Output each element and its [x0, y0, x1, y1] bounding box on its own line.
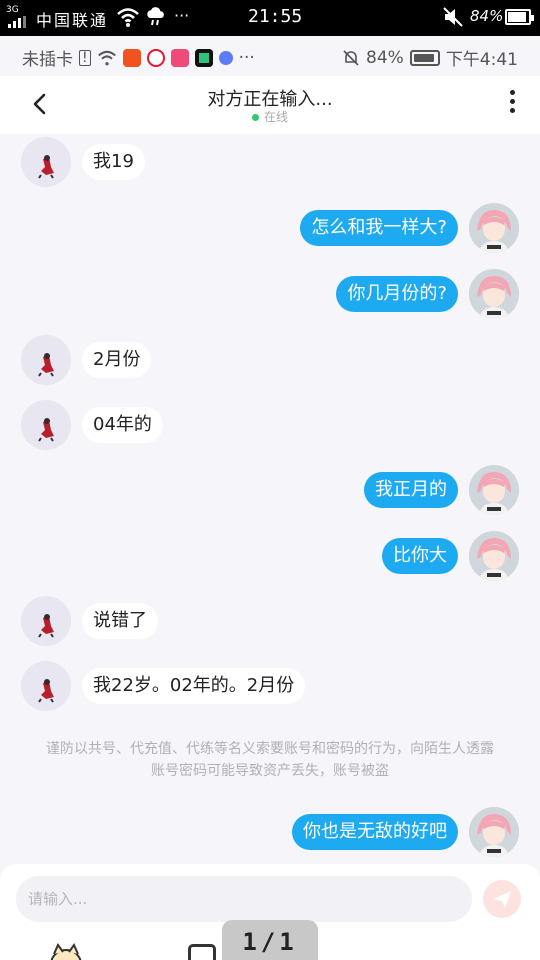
more-notifications-icon: ··· — [238, 47, 255, 68]
wifi-icon — [117, 8, 139, 27]
online-dot-icon — [251, 114, 259, 121]
clock: 下午4:41 — [445, 50, 518, 70]
mute-icon — [443, 7, 463, 27]
app-music-icon — [170, 48, 189, 67]
my-avatar[interactable] — [469, 531, 519, 581]
my-avatar[interactable] — [469, 807, 519, 857]
app-taobao-icon — [122, 48, 141, 67]
my-avatar[interactable] — [469, 465, 519, 515]
page-indicator: 1/1 — [222, 920, 318, 960]
received-message-bubble[interactable]: 我22岁。02年的。2月份 — [82, 668, 306, 704]
online-status-label: 在线 — [263, 110, 288, 124]
app-music-note-icon — [218, 50, 233, 65]
contact-avatar[interactable] — [21, 137, 71, 187]
received-message-bubble[interactable]: 04年的 — [82, 407, 163, 443]
security-notice: 谨防以共号、代充值、代练等名义索要账号和密码的行为，向陌生人透露账号密码可能导致… — [46, 741, 494, 779]
notifications-off-icon — [343, 49, 359, 66]
sent-message-bubble[interactable]: 我正月的 — [364, 472, 458, 508]
app-weibo-icon — [146, 48, 165, 67]
app-qqmusic-icon — [194, 48, 213, 67]
clock: 21:55 — [248, 6, 303, 27]
more-menu-icon[interactable] — [508, 90, 516, 118]
wifi-icon — [97, 50, 116, 65]
online-status: 在线 — [0, 108, 540, 125]
send-button[interactable] — [483, 880, 521, 918]
contact-avatar[interactable] — [21, 335, 71, 385]
contact-avatar[interactable] — [21, 596, 71, 646]
received-message-bubble[interactable]: 我19 — [82, 144, 145, 180]
chat-header: 对方正在输入... 在线 — [0, 76, 540, 134]
carrier-name: 中国联通 — [36, 11, 109, 30]
weather-cloud-icon — [147, 7, 164, 26]
battery-icon — [505, 9, 534, 25]
signal-bars-icon — [8, 16, 28, 28]
my-avatar[interactable] — [469, 269, 519, 319]
outer-status-bar: 3G 中国联通 ··· 21:55 84% — [0, 0, 540, 36]
message-list[interactable]: 我19 怎么和我一样大? 你几月份的? 2月份 04年的我正月的比你大说错了我22岁。0… — [0, 134, 540, 864]
contact-avatar[interactable] — [21, 400, 71, 450]
sent-message-bubble[interactable]: 你也是无敌的好吧 — [292, 814, 458, 850]
battery-percent: 84% — [470, 7, 504, 25]
my-avatar[interactable] — [469, 203, 519, 253]
network-type: 3G — [6, 5, 19, 15]
sent-message-bubble[interactable]: 比你大 — [382, 538, 458, 574]
sim-status: 未插卡 — [22, 50, 73, 70]
sent-message-bubble[interactable]: 怎么和我一样大? — [300, 210, 458, 246]
message-input[interactable] — [16, 876, 472, 922]
received-message-bubble[interactable]: 2月份 — [82, 342, 152, 378]
image-picker-icon[interactable] — [188, 944, 216, 960]
more-notifications-icon: ··· — [174, 6, 190, 25]
sent-message-bubble[interactable]: 你几月份的? — [336, 276, 458, 312]
contact-avatar[interactable] — [21, 661, 71, 711]
received-message-bubble[interactable]: 说错了 — [82, 603, 158, 639]
inner-status-bar: 未插卡 ! ··· 84% 下午4:41 — [0, 36, 540, 76]
battery-icon — [409, 49, 440, 66]
sticker-icon[interactable] — [48, 942, 84, 960]
sim-alert-icon: ! — [79, 49, 91, 66]
battery-percent: 84% — [366, 47, 404, 68]
